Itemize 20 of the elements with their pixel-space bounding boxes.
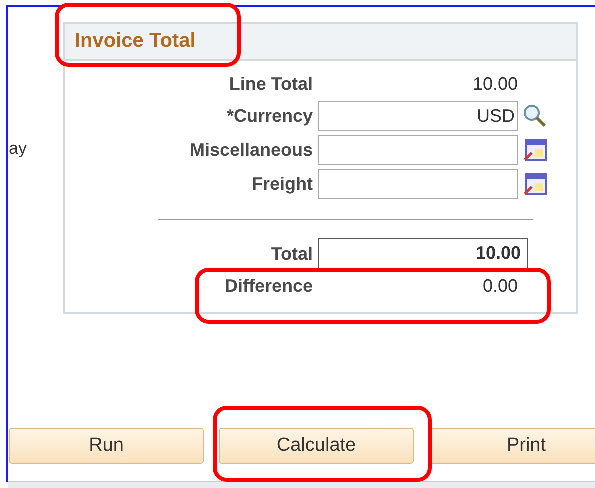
calendar-icon[interactable] (523, 172, 547, 196)
input-field[interactable] (318, 135, 518, 165)
field-value: 0.00 (482, 276, 518, 297)
action-button[interactable]: Run (9, 428, 204, 464)
field-label: Line Total (229, 74, 313, 95)
total-value: 10.00 (318, 238, 528, 270)
action-button[interactable]: Calculate (219, 428, 414, 464)
field-label: *Currency (226, 106, 313, 126)
calendar-icon[interactable] (523, 138, 547, 162)
input-field[interactable]: USD (318, 101, 518, 131)
field-label: Miscellaneous (190, 140, 313, 160)
field-label: Freight (252, 174, 313, 194)
field-label: Difference (224, 276, 313, 297)
field-label: Total (271, 244, 313, 264)
field-value: 10.00 (472, 74, 518, 95)
action-button[interactable]: Print (429, 428, 595, 464)
input-field[interactable] (318, 169, 518, 199)
search-icon[interactable] (523, 104, 547, 128)
panel-title: Invoice Total (75, 30, 196, 53)
cut-text: ay (8, 139, 28, 159)
